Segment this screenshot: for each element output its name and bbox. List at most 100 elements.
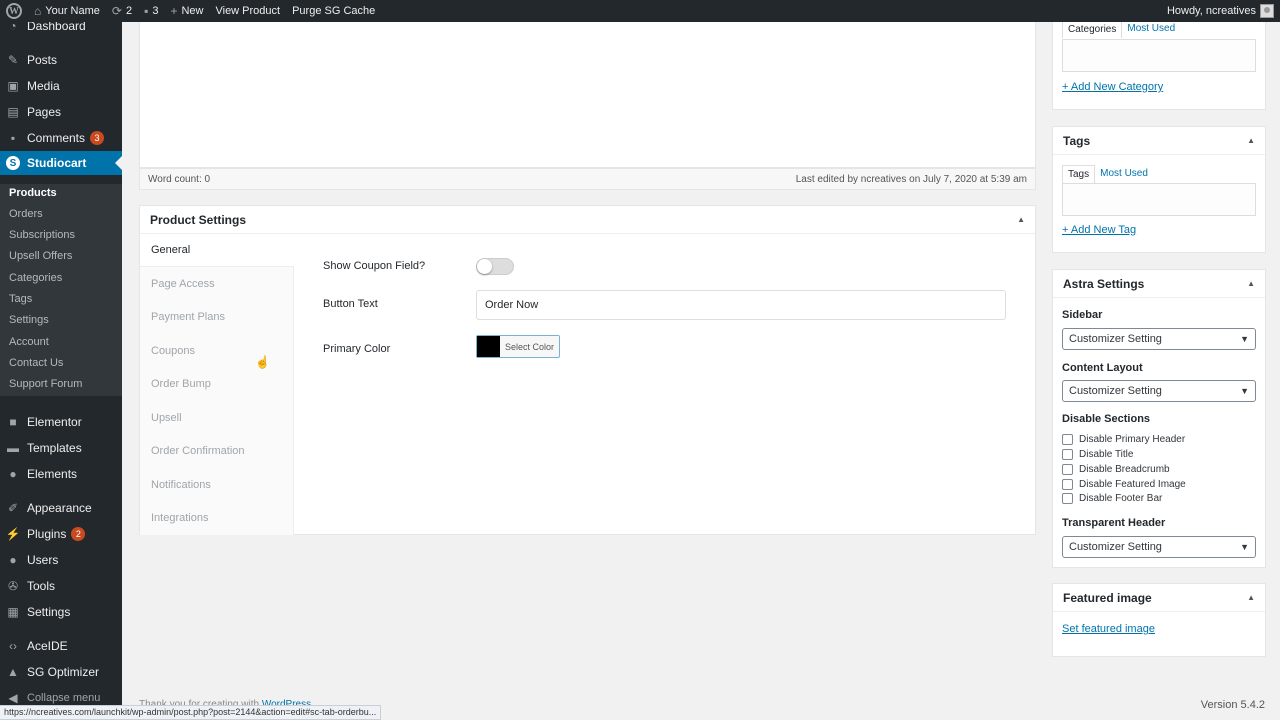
astra-settings-header[interactable]: Astra Settings ▲ — [1053, 270, 1265, 298]
disable-title-option[interactable]: Disable Title — [1062, 449, 1133, 460]
sidebar-label: Sidebar — [1062, 309, 1103, 321]
collapse-arrow-icon[interactable]: ▲ — [1017, 215, 1025, 224]
tab-order-confirmation[interactable]: Order Confirmation — [151, 445, 245, 457]
content-editor[interactable] — [139, 22, 1036, 168]
disable-featured-image-option[interactable]: Disable Featured Image — [1062, 479, 1186, 490]
tab-order-bump[interactable]: Order Bump — [151, 378, 211, 390]
menu-elements[interactable]: ● Elements — [0, 462, 122, 486]
collapse-arrow-icon[interactable]: ▲ — [1247, 279, 1255, 288]
plus-icon: + — [170, 4, 178, 18]
tab-general[interactable]: General — [151, 244, 190, 256]
tab-all-tags[interactable]: Tags — [1062, 165, 1096, 183]
chevron-down-icon: ▼ — [1240, 334, 1249, 344]
chevron-down-icon: ▼ — [1240, 542, 1249, 552]
view-product-link[interactable]: View Product — [209, 0, 286, 22]
featured-image-header[interactable]: Featured image ▲ — [1053, 584, 1265, 612]
submenu-contact-us[interactable]: Contact Us — [9, 357, 63, 369]
menu-sg-optimizer[interactable]: ▲ SG Optimizer — [0, 660, 122, 684]
option-label: Disable Featured Image — [1079, 479, 1186, 490]
submenu-orders[interactable]: Orders — [9, 208, 43, 220]
new-content-link[interactable]: + New — [164, 0, 209, 22]
menu-media[interactable]: ▣ Media — [0, 74, 122, 98]
disable-primary-header-option[interactable]: Disable Primary Header — [1062, 434, 1185, 445]
menu-pages[interactable]: ▤ Pages — [0, 100, 122, 124]
tab-integrations[interactable]: Integrations — [151, 512, 208, 524]
checkbox[interactable] — [1062, 434, 1073, 445]
purge-cache-link[interactable]: Purge SG Cache — [286, 0, 381, 22]
menu-appearance[interactable]: ✐ Appearance — [0, 496, 122, 520]
hand-cursor-icon: ☝ — [255, 355, 270, 369]
show-coupon-toggle[interactable] — [476, 258, 514, 275]
transparent-header-select[interactable]: Customizer Setting ▼ — [1062, 536, 1256, 558]
new-label: New — [181, 5, 204, 17]
tab-page-access[interactable]: Page Access — [151, 278, 215, 290]
disable-footer-bar-option[interactable]: Disable Footer Bar — [1062, 493, 1162, 504]
wp-logo-menu[interactable]: W — [0, 0, 28, 22]
menu-settings[interactable]: ▦ Settings — [0, 600, 122, 624]
menu-plugins[interactable]: ⚡ Plugins 2 — [0, 522, 122, 546]
plugins-badge: 2 — [71, 527, 86, 541]
submenu-account[interactable]: Account — [9, 336, 49, 348]
tab-most-used-categories[interactable]: Most Used — [1122, 20, 1180, 38]
checkbox[interactable] — [1062, 479, 1073, 490]
site-name-link[interactable]: ⌂ Your Name — [28, 0, 106, 22]
elementor-icon: ■ — [9, 415, 17, 429]
sidebar-select-value: Customizer Setting — [1069, 333, 1162, 345]
submenu-tags[interactable]: Tags — [9, 293, 32, 305]
sidebar-select[interactable]: Customizer Setting ▼ — [1062, 328, 1256, 350]
checkbox[interactable] — [1062, 464, 1073, 475]
tab-upsell[interactable]: Upsell — [151, 412, 182, 424]
my-account-link[interactable]: Howdy, ncreatives — [1161, 0, 1280, 22]
collapse-arrow-icon[interactable]: ▲ — [1247, 593, 1255, 602]
menu-studiocart[interactable]: S Studiocart — [0, 151, 122, 175]
folder-icon: ▬ — [7, 441, 19, 455]
content-layout-label: Content Layout — [1062, 362, 1143, 374]
checkbox[interactable] — [1062, 449, 1073, 460]
submenu-support-forum[interactable]: Support Forum — [9, 378, 82, 390]
menu-users[interactable]: ● Users — [0, 548, 122, 572]
submenu-subscriptions[interactable]: Subscriptions — [9, 229, 75, 241]
submenu-upsell-offers[interactable]: Upsell Offers — [9, 250, 72, 262]
add-new-tag-link[interactable]: + Add New Tag — [1062, 224, 1136, 236]
menu-label: Studiocart — [27, 156, 87, 170]
submenu-products[interactable]: Products — [9, 187, 57, 199]
menu-comments[interactable]: ▪ Comments 3 — [0, 126, 122, 150]
tab-payment-plans[interactable]: Payment Plans — [151, 311, 225, 323]
admin-menu: ◔ Dashboard ✎ Posts ▣ Media ▤ Pages ▪ Comment… — [0, 22, 122, 720]
add-new-category-link[interactable]: + Add New Category — [1062, 81, 1163, 93]
select-color-button[interactable]: Select Color — [476, 335, 560, 358]
tab-all-categories[interactable]: Categories — [1062, 20, 1123, 38]
version-text: Version 5.4.2 — [1200, 699, 1265, 711]
option-label: Disable Title — [1079, 449, 1134, 460]
submenu-categories[interactable]: Categories — [9, 272, 62, 284]
submenu-settings[interactable]: Settings — [9, 314, 49, 326]
tab-most-used-tags[interactable]: Most Used — [1095, 165, 1153, 183]
button-text-input[interactable] — [476, 290, 1006, 320]
menu-elementor[interactable]: ■ Elementor — [0, 410, 122, 434]
menu-templates[interactable]: ▬ Templates — [0, 436, 122, 460]
comments-link[interactable]: ▪ 3 — [138, 0, 164, 22]
menu-aceide[interactable]: ‹› AceIDE — [0, 634, 122, 658]
tags-header[interactable]: Tags ▲ — [1053, 127, 1265, 155]
option-label: Disable Primary Header — [1079, 434, 1186, 445]
menu-label: Comments — [27, 131, 86, 145]
tab-notifications[interactable]: Notifications — [151, 479, 211, 491]
set-featured-image-link[interactable]: Set featured image — [1062, 623, 1155, 635]
updates-link[interactable]: ⟳ 2 — [106, 0, 138, 22]
menu-posts[interactable]: ✎ Posts — [0, 48, 122, 72]
categories-list[interactable] — [1062, 39, 1256, 72]
menu-dashboard[interactable]: ◔ Dashboard — [0, 22, 122, 38]
tab-coupons[interactable]: Coupons — [151, 345, 195, 357]
astra-settings-box: Astra Settings ▲ Sidebar Customizer Sett… — [1052, 269, 1266, 568]
browser-status-url: https://ncreatives.com/launchkit/wp-admi… — [0, 705, 382, 720]
product-settings-box: Product Settings ▲ General Page Access P… — [139, 205, 1036, 535]
option-label: Disable Breadcrumb — [1079, 464, 1170, 475]
checkbox[interactable] — [1062, 493, 1073, 504]
comments-count: 3 — [152, 5, 159, 17]
disable-breadcrumb-option[interactable]: Disable Breadcrumb — [1062, 464, 1170, 475]
content-layout-select[interactable]: Customizer Setting ▼ — [1062, 380, 1256, 402]
menu-tools[interactable]: ✇ Tools — [0, 574, 122, 598]
tags-list[interactable] — [1062, 183, 1256, 216]
product-settings-header[interactable]: Product Settings ▲ — [140, 206, 1035, 234]
collapse-arrow-icon[interactable]: ▲ — [1247, 136, 1255, 145]
